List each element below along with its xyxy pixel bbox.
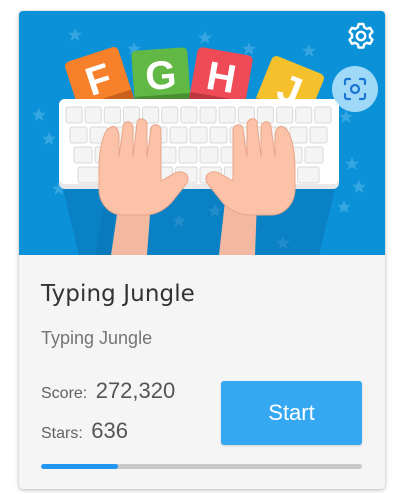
stars-label: Stars: [41,425,83,442]
stars-stat: Stars: 636 [41,418,128,444]
progress-fill [41,464,119,469]
score-stat: Score: 272,320 [41,378,175,404]
keyboard-key [65,106,83,124]
keyboard-key [103,106,121,124]
gear-icon [348,22,374,49]
keyboard-key [304,146,324,164]
keyboard-key [314,106,332,124]
game-title: Typing Jungle [41,281,195,307]
keyboard-key [77,166,100,184]
keyboard-key [309,126,328,144]
keyboard-key [169,126,188,144]
stars-value: 636 [91,418,128,443]
score-value: 272,320 [95,378,176,403]
keyboard-key [295,106,313,124]
typing-illustration: F G H J [32,28,366,255]
keyboard-key [276,106,294,124]
scan-button[interactable] [332,66,378,112]
game-subtitle: Typing Jungle [41,328,153,348]
game-card[interactable]: F G H J Typing Jungle Typing Jungle Scor… [19,11,385,489]
start-button[interactable]: Start [221,381,362,445]
keyboard-key [218,106,236,124]
keyboard-key [256,106,274,124]
scan-icon [343,77,367,101]
game-thumbnail[interactable]: F G H J [19,11,385,255]
keyboard-key [289,126,308,144]
settings-button[interactable] [344,19,378,53]
keyboard-key [180,106,198,124]
keyboard-key [69,126,88,144]
keyboard-key [84,106,102,124]
progress-bar [41,464,362,469]
keyboard-key [199,146,219,164]
keyboard-key [297,166,320,184]
keyboard-key [73,146,93,164]
svg-text:G: G [144,53,178,99]
keyboard-key [199,106,217,124]
keyboard-key [189,126,208,144]
keyboard-key [161,106,179,124]
score-label: Score: [41,385,88,402]
keyboard-key [209,126,228,144]
keyboard-key [178,146,198,164]
